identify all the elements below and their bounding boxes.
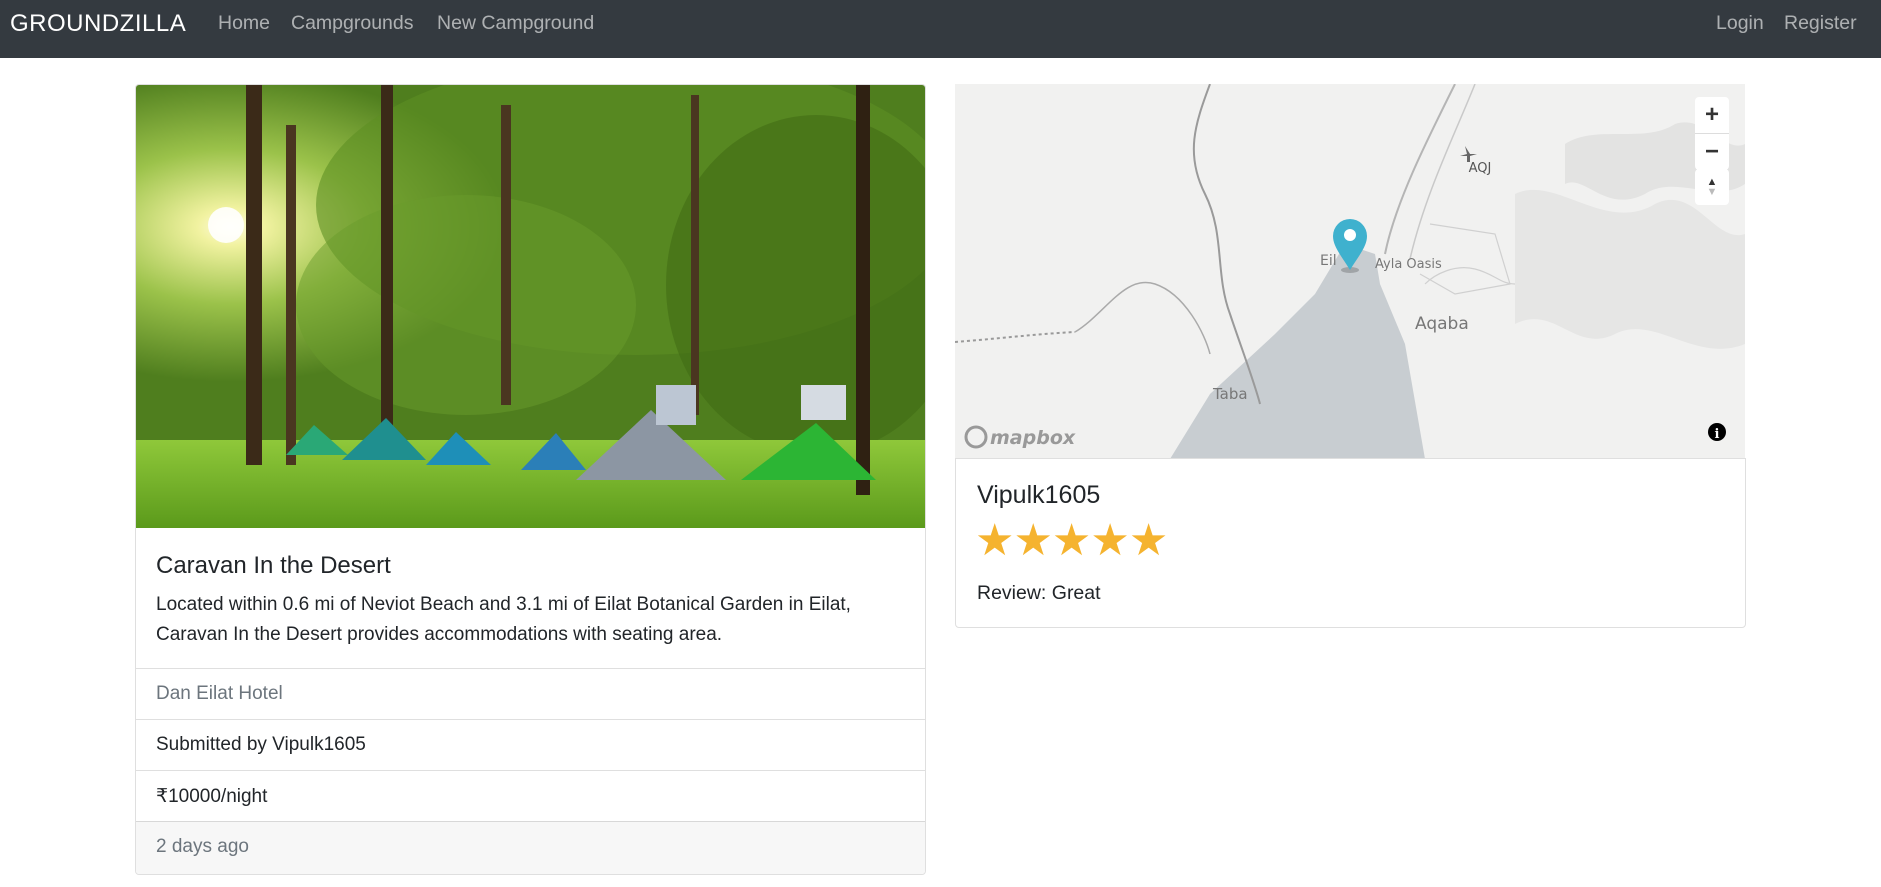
posted-time: 2 days ago xyxy=(156,836,249,857)
brand-link[interactable]: GROUNDZILLA xyxy=(10,10,186,38)
star-rating: ★ ★ ★ ★ ★ xyxy=(975,516,1169,565)
star-icon: ★ xyxy=(1090,516,1130,565)
card-footer: 2 days ago xyxy=(136,821,925,874)
price-item: ₹10000/night xyxy=(136,770,925,821)
compass-button[interactable]: ▲ ▼ xyxy=(1695,169,1729,205)
star-icon: ★ xyxy=(975,516,1015,565)
map-label-aqj: AQJ xyxy=(1469,161,1492,176)
nav-campgrounds[interactable]: Campgrounds xyxy=(291,12,413,35)
submitted-item: Submitted by Vipulk1605 xyxy=(136,719,925,770)
nav-new-campground[interactable]: New Campground xyxy=(437,12,594,35)
campground-title: Caravan In the Desert xyxy=(156,552,391,579)
campground-location: Dan Eilat Hotel xyxy=(156,683,283,704)
map-label-eilat: Eil xyxy=(1320,253,1337,269)
star-icon: ★ xyxy=(1013,516,1053,565)
map[interactable]: AQJ Eil Ayla Oasis Aqaba Taba mapbox i xyxy=(955,84,1745,459)
map-canvas[interactable]: AQJ Eil Ayla Oasis Aqaba Taba mapbox i xyxy=(955,84,1745,459)
nav-login[interactable]: Login xyxy=(1716,12,1764,35)
price: ₹10000/night xyxy=(156,786,268,807)
zoom-out-button[interactable]: − xyxy=(1695,133,1729,170)
nav-register[interactable]: Register xyxy=(1784,12,1857,35)
svg-text:mapbox: mapbox xyxy=(990,427,1076,449)
review-author: Vipulk1605 xyxy=(977,481,1101,509)
compass-icon: ▲ ▼ xyxy=(1706,176,1718,198)
star-icon: ★ xyxy=(1051,516,1092,565)
submitted-by: Submitted by Vipulk1605 xyxy=(156,734,366,755)
map-label-taba: Taba xyxy=(1212,385,1248,403)
campground-card: Caravan In the Desert Located within 0.6… xyxy=(135,84,926,875)
star-icon: ★ xyxy=(1128,516,1169,565)
zoom-in-button[interactable]: + xyxy=(1695,97,1729,133)
location-item: Dan Eilat Hotel xyxy=(136,668,925,719)
review-text: Review: Great xyxy=(977,582,1101,604)
map-label-aqaba: Aqaba xyxy=(1415,314,1469,334)
campground-description: Located within 0.6 mi of Neviot Beach an… xyxy=(156,594,851,645)
svg-text:i: i xyxy=(1715,427,1720,442)
campground-photo xyxy=(136,85,925,528)
map-label-ayla-oasis: Ayla Oasis xyxy=(1375,257,1442,272)
navbar: GROUNDZILLA Home Campgrounds New Campgro… xyxy=(0,0,1881,58)
nav-home[interactable]: Home xyxy=(218,12,270,35)
review-card: Vipulk1605 ★ ★ ★ ★ ★ Review: Great xyxy=(955,458,1746,628)
